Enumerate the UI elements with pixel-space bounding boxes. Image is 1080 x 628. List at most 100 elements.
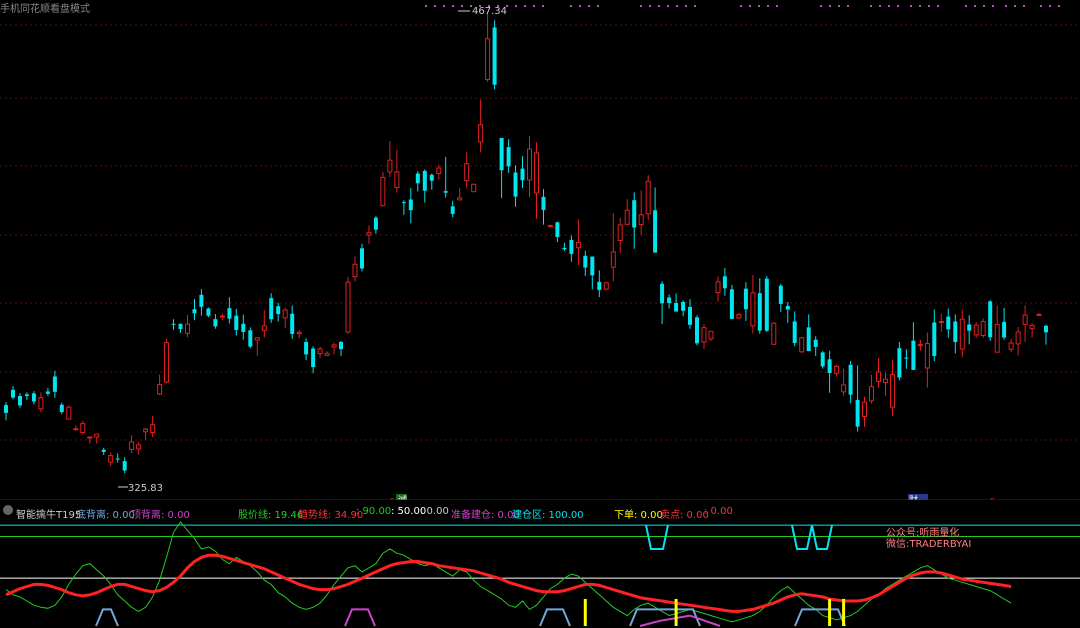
- candlestick-chart[interactable]: 467.34 325.83 诚 财 s s: [0, 0, 1080, 500]
- candle-body: [932, 322, 937, 356]
- top-dot: [649, 5, 651, 7]
- candle-body: [792, 321, 797, 343]
- candle-body: [862, 401, 867, 418]
- candle-body: [1029, 324, 1035, 330]
- marker-s1: s: [390, 496, 395, 500]
- candle-body: [387, 159, 393, 173]
- candle-body: [750, 292, 756, 327]
- candle-body: [296, 331, 302, 335]
- candle-body: [681, 302, 686, 311]
- marker-s2: s: [990, 496, 995, 500]
- candle-body: [562, 248, 567, 250]
- candle-body: [1044, 325, 1048, 333]
- candle-body: [841, 384, 847, 393]
- candle-body: [883, 378, 888, 383]
- candle-body: [876, 371, 881, 382]
- top-dot: [983, 5, 985, 7]
- candle-body: [534, 152, 539, 194]
- top-dot: [658, 5, 660, 7]
- candle-body: [980, 321, 986, 336]
- candle-body: [645, 180, 651, 215]
- candle-body: [380, 176, 386, 207]
- candle-body: [617, 224, 623, 241]
- low-annotation: 325.83: [118, 483, 163, 494]
- candle-body: [729, 289, 734, 319]
- candle-body: [129, 441, 135, 450]
- candle-body: [4, 405, 8, 413]
- candle-body: [304, 342, 309, 355]
- candle-body: [938, 321, 944, 323]
- candle-body: [345, 281, 351, 333]
- top-dot: [919, 5, 921, 7]
- top-dot: [749, 5, 751, 7]
- candle-body: [499, 138, 504, 171]
- build-zone-dip: [791, 524, 813, 551]
- candle-body: [667, 297, 672, 303]
- candle-body: [164, 342, 169, 383]
- top-dot: [838, 5, 840, 7]
- trend-line: [5, 553, 1012, 613]
- top-dot: [1023, 5, 1025, 7]
- candle-body: [869, 386, 874, 402]
- candle-body: [401, 202, 406, 204]
- collapse-icon[interactable]: [3, 505, 13, 515]
- candle-body: [834, 365, 840, 374]
- candle-body: [450, 206, 455, 214]
- candle-body: [234, 315, 239, 330]
- candle-body: [541, 196, 546, 210]
- candle-body: [59, 404, 64, 412]
- candle-body: [66, 406, 72, 420]
- candle-body: [603, 282, 609, 290]
- candle-body: [248, 330, 253, 347]
- candle-body: [959, 318, 965, 350]
- top-dot: [461, 5, 463, 7]
- top-dot: [910, 5, 912, 7]
- divergence-marker: [344, 608, 376, 627]
- prepare-line: [639, 614, 721, 627]
- top-dot: [928, 5, 930, 7]
- candle-body: [192, 309, 197, 314]
- divergence-marker: [95, 608, 119, 627]
- candle-body: [806, 327, 811, 352]
- candle-body: [45, 391, 50, 394]
- candle-body: [360, 248, 364, 269]
- top-dot: [1040, 5, 1042, 7]
- candle-body: [890, 374, 895, 408]
- candle-body: [436, 167, 442, 174]
- candle-body: [136, 444, 142, 450]
- candle-body: [967, 324, 972, 331]
- candle-body: [715, 281, 721, 293]
- candle-body: [820, 352, 825, 367]
- top-dot: [588, 5, 590, 7]
- candle-body: [590, 256, 595, 276]
- candle-body: [701, 327, 707, 343]
- candle-body: [632, 200, 637, 228]
- candle-body: [946, 316, 951, 330]
- candle-body: [331, 344, 337, 348]
- candle-body: [1002, 321, 1007, 338]
- top-dot: [542, 5, 544, 7]
- build-zone-dip: [645, 524, 669, 551]
- candle-body: [778, 285, 783, 304]
- candle-body: [443, 191, 448, 193]
- candle-body: [254, 337, 260, 341]
- candle-body: [994, 324, 1000, 353]
- top-dot: [1058, 5, 1060, 7]
- candle-body: [269, 298, 274, 320]
- top-dot: [452, 5, 454, 7]
- candle-body: [527, 148, 532, 181]
- candle-body: [674, 303, 679, 312]
- top-dot: [570, 5, 572, 7]
- candle-body: [422, 170, 427, 191]
- top-dot: [685, 5, 687, 7]
- candle-body: [87, 436, 93, 439]
- candle-body: [583, 255, 588, 268]
- top-dot: [1049, 5, 1051, 7]
- candle-body: [757, 293, 762, 331]
- candle-body: [199, 294, 204, 307]
- top-dot: [829, 5, 831, 7]
- candle-body: [429, 174, 434, 181]
- top-dot: [640, 5, 642, 7]
- top-dot: [515, 5, 517, 7]
- candle-body: [953, 321, 958, 342]
